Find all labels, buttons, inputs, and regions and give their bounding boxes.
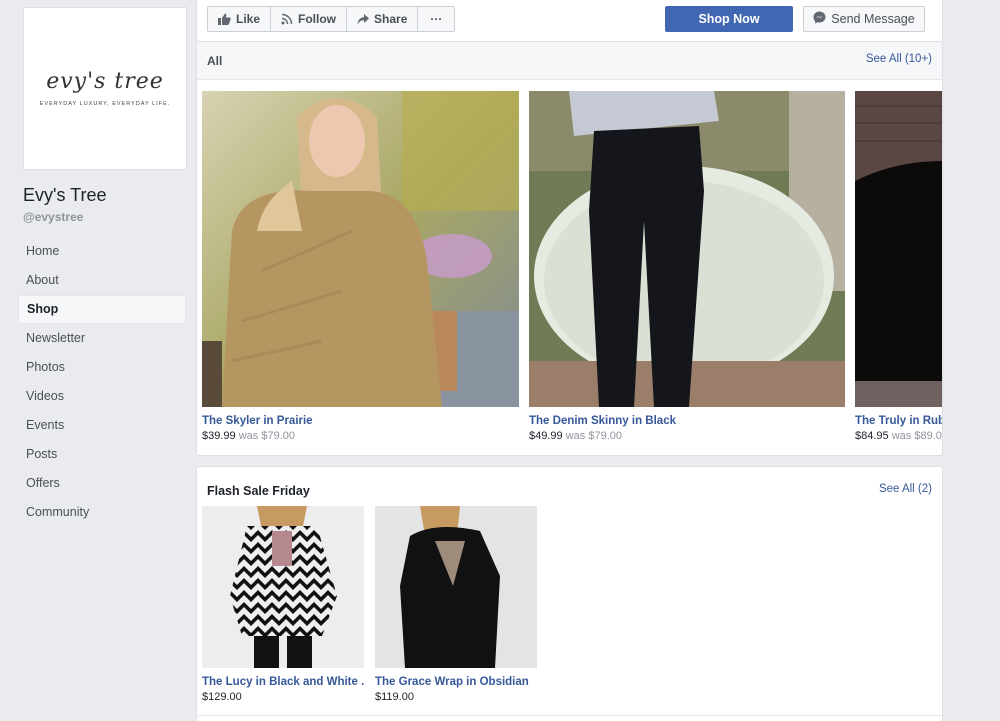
nav-item-about[interactable]: About [18,266,186,295]
original-price: was $79.00 [238,430,295,442]
product-card[interactable]: The Grace Wrap in Obsidian $119.00 [375,506,537,703]
nav-item-community[interactable]: Community [18,498,186,527]
see-all-link[interactable]: See All (2) [879,483,932,495]
nav-item-shop[interactable]: Shop [18,295,186,324]
product-card[interactable]: The Lucy in Black and White ... $129.00 [202,506,364,703]
messenger-icon [813,11,826,27]
product-name[interactable]: The Lucy in Black and White ... [202,676,364,688]
product-name[interactable]: The Truly in Ruby [855,415,942,427]
sale-price: $39.99 [202,430,236,442]
product-card[interactable]: The Denim Skinny in Black $49.99 was $79… [529,91,845,442]
action-button-group: Like Follow Share ··· [207,6,456,32]
share-label: Share [374,12,408,26]
page-name[interactable]: Evy's Tree [23,185,106,206]
product-image[interactable] [202,91,519,407]
product-price: $49.99 was $79.00 [529,430,845,442]
nav-item-events[interactable]: Events [18,411,186,440]
rss-follow-icon [281,13,293,25]
section-title: Flash Sale Friday [207,484,310,498]
product-name[interactable]: The Skyler in Prairie [202,415,519,427]
page-action-bar: Like Follow Share ··· Shop Now Send Mess… [196,0,943,42]
sale-price: $49.99 [529,430,563,442]
page-nav: Home About Shop Newsletter Photos Videos… [18,237,186,527]
product-card[interactable]: The Skyler in Prairie $39.99 was $79.00 [202,91,519,442]
more-dots-icon: ··· [430,12,443,26]
product-price: $129.00 [202,691,242,703]
like-button[interactable]: Like [208,7,272,31]
send-message-label: Send Message [831,12,915,26]
send-message-button[interactable]: Send Message [803,6,925,32]
nav-item-videos[interactable]: Videos [18,382,186,411]
page-handle[interactable]: @evystree [23,210,83,224]
share-button[interactable]: Share [347,7,419,31]
section-title: All [207,54,223,68]
section-divider [197,715,942,716]
product-image[interactable] [855,91,942,407]
share-arrow-icon [357,13,370,25]
nav-item-posts[interactable]: Posts [18,440,186,469]
profile-picture[interactable]: evy's tree EVERYDAY LUXURY, EVERYDAY LIF… [23,7,187,170]
follow-button[interactable]: Follow [271,7,348,31]
like-label: Like [236,12,261,26]
product-price: $119.00 [375,691,414,703]
thumbs-up-icon [218,13,231,25]
product-image[interactable] [202,506,364,668]
original-price: was $79.00 [565,430,622,442]
follow-label: Follow [298,12,337,26]
more-options-button[interactable]: ··· [418,7,454,31]
nav-item-photos[interactable]: Photos [18,353,186,382]
product-price: $39.99 was $79.00 [202,430,519,442]
nav-item-newsletter[interactable]: Newsletter [18,324,186,353]
sale-price: $84.95 [855,430,889,442]
nav-item-home[interactable]: Home [18,237,186,266]
original-price: was $89.00 [891,430,943,442]
shop-now-button[interactable]: Shop Now [665,6,793,32]
flash-sale-section: Flash Sale Friday See All (2) The Lucy i… [196,466,943,721]
product-name[interactable]: The Denim Skinny in Black [529,415,845,427]
all-products-section: All See All (10+) The Skyler in Prairie … [196,42,943,456]
product-price: $84.95 was $89.00 [855,430,943,442]
logo-script: evy's tree [46,68,164,94]
product-image[interactable] [375,506,537,668]
product-card[interactable]: The Truly in Ruby $84.95 was $89.00 [855,91,943,442]
product-name[interactable]: The Grace Wrap in Obsidian [375,676,537,688]
see-all-link[interactable]: See All (10+) [866,53,932,65]
nav-item-offers[interactable]: Offers [18,469,186,498]
product-image[interactable] [529,91,845,407]
logo-tagline: EVERYDAY LUXURY, EVERYDAY LIFE. [39,100,171,107]
section-header: All See All (10+) [197,42,942,80]
